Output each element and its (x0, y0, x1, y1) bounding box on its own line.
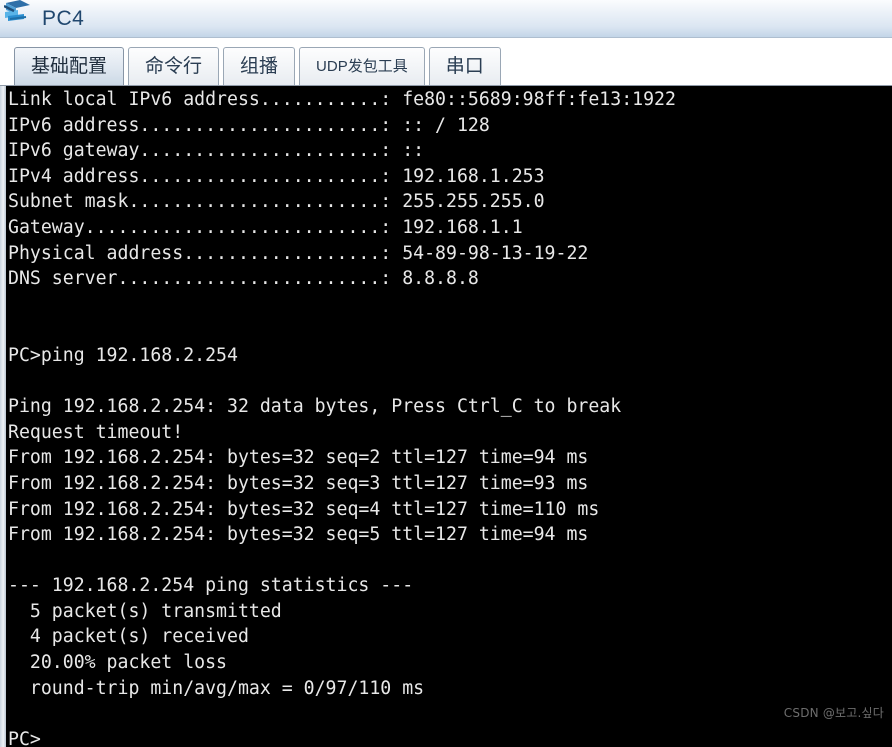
terminal-line: Request timeout! (8, 421, 184, 443)
tab-label: UDP发包工具 (316, 58, 408, 75)
tab-multicast[interactable]: 组播 (223, 47, 296, 85)
tab-bar: 基础配置 命令行 组播 UDP发包工具 串口 (0, 38, 892, 85)
terminal-line: Gateway...........................: 192.… (8, 216, 523, 238)
pc-device-icon (4, 0, 38, 33)
tab-command-line[interactable]: 命令行 (128, 47, 220, 85)
terminal-line: From 192.168.2.254: bytes=32 seq=2 ttl=1… (8, 447, 589, 469)
terminal-line: 20.00% packet loss (8, 652, 227, 674)
terminal-line: 5 packet(s) transmitted (8, 600, 282, 622)
terminal-line: round-trip min/avg/max = 0/97/110 ms (8, 677, 425, 699)
terminal-line: PC>ping 192.168.2.254 (8, 344, 238, 366)
terminal-line: Ping 192.168.2.254: 32 data bytes, Press… (8, 396, 622, 418)
tab-label: 基础配置 (31, 56, 108, 77)
tab-serial-port[interactable]: 串口 (428, 47, 501, 85)
device-config-window: PC4 基础配置 命令行 组播 UDP发包工具 串口 Link local IP… (0, 0, 892, 747)
terminal-output[interactable]: Link local IPv6 address...........: fe80… (8, 86, 892, 747)
window-title: PC4 (42, 7, 85, 30)
terminal-line: IPv6 address......................: :: /… (8, 114, 490, 136)
terminal-line: Subnet mask.......................: 255.… (8, 191, 545, 213)
window-titlebar: PC4 (0, 0, 892, 38)
terminal-line: 4 packet(s) received (8, 626, 249, 648)
tab-udp-packet-tool[interactable]: UDP发包工具 (299, 47, 425, 85)
terminal-left-edge (0, 86, 6, 747)
terminal-line: Physical address..................: 54-8… (8, 242, 589, 264)
tab-basic-config[interactable]: 基础配置 (14, 47, 125, 85)
terminal-line: From 192.168.2.254: bytes=32 seq=3 ttl=1… (8, 472, 589, 494)
terminal-line: Link local IPv6 address...........: fe80… (8, 89, 676, 110)
terminal-line: --- 192.168.2.254 ping statistics --- (8, 575, 414, 597)
terminal-panel[interactable]: Link local IPv6 address...........: fe80… (0, 85, 892, 747)
terminal-line: IPv6 gateway......................: :: (8, 140, 425, 162)
terminal-line: From 192.168.2.254: bytes=32 seq=5 ttl=1… (8, 524, 589, 546)
watermark-text: CSDN @보고.싶다 (783, 706, 884, 720)
terminal-line: IPv4 address......................: 192.… (8, 165, 545, 187)
tab-label: 命令行 (145, 56, 203, 77)
terminal-line: DNS server........................: 8.8.… (8, 268, 479, 290)
terminal-line: From 192.168.2.254: bytes=32 seq=4 ttl=1… (8, 498, 600, 520)
tab-label: 串口 (445, 56, 484, 77)
tab-label: 组播 (240, 56, 279, 77)
terminal-line: PC> (8, 728, 41, 747)
